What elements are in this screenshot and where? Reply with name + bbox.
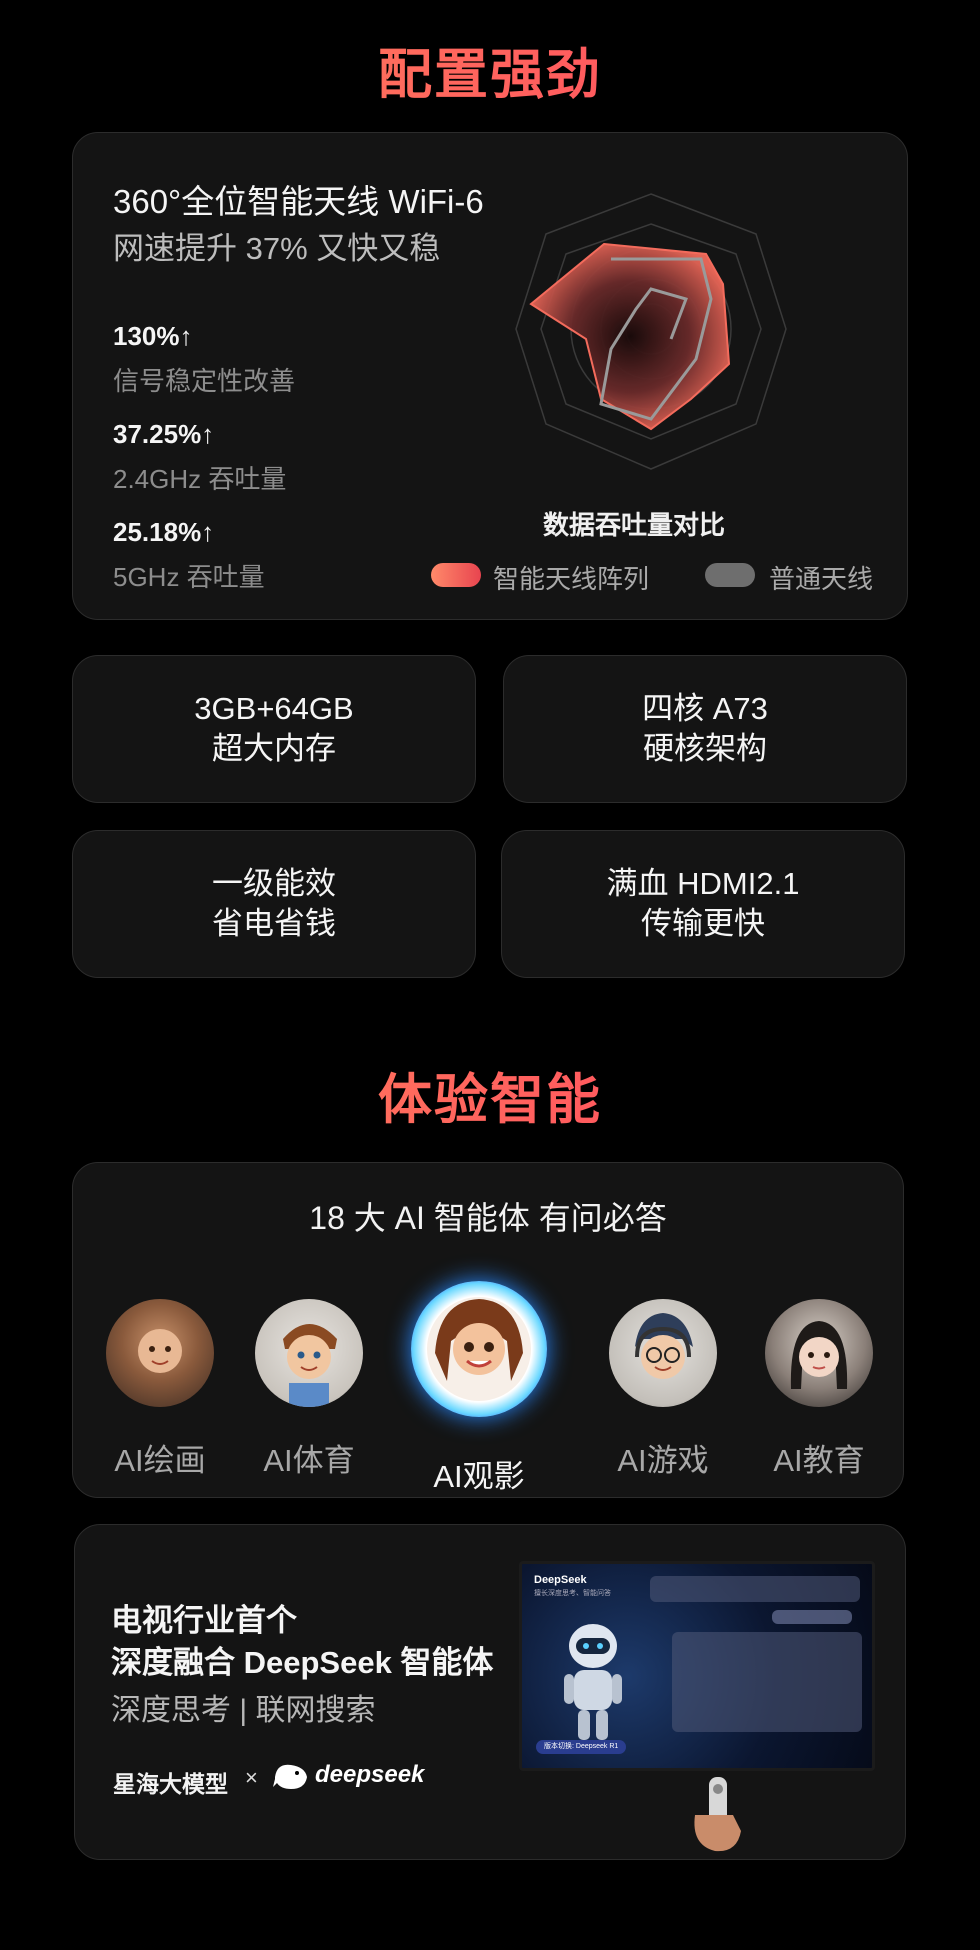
spec-memory-line1: 3GB+64GB	[194, 691, 354, 726]
tv-screen: DeepSeek 擅长深度思考、智能问答 版本切换: Deepseek R1	[519, 1561, 875, 1771]
deepseek-line1: 电视行业首个	[111, 1603, 297, 1638]
avatar-movie-face-icon	[427, 1297, 531, 1401]
deepseek-subline: 深度思考 | 联网搜索	[111, 1694, 376, 1727]
tv-chat-bubble-2	[772, 1610, 852, 1624]
stat-label-stability: 信号稳定性改善	[113, 366, 296, 396]
stat-value-24ghz: 37.25%↑	[113, 419, 215, 449]
avatar-painting-face-icon	[138, 1329, 182, 1373]
deepseek-logo-text: deepseek	[315, 1761, 425, 1788]
spec-memory-line2: 超大内存	[212, 731, 336, 766]
wifi-subtitle: 网速提升 37% 又快又稳	[113, 231, 441, 266]
stat-value-5ghz: 25.18%↑	[113, 517, 215, 547]
avatar-education[interactable]	[765, 1299, 873, 1407]
avatar-sports[interactable]	[255, 1299, 363, 1407]
stat-label-5ghz: 5GHz 吞吐量	[113, 562, 265, 592]
avatar-label-education: AI教育	[773, 1443, 865, 1478]
legend-swatch-smart	[431, 563, 481, 587]
spec-card-energy: 一级能效 省电省钱	[72, 830, 476, 978]
ai-heading: 18 大 AI 智能体 有问必答	[309, 1200, 667, 1236]
avatar-label-movie: AI观影	[433, 1459, 525, 1494]
tv-app-sub: 擅长深度思考、智能问答	[534, 1590, 611, 1597]
spec-energy-line1: 一级能效	[212, 866, 336, 901]
remote-hand-icon	[694, 1777, 741, 1852]
legend-label-normal: 普通天线	[769, 564, 874, 594]
spec-card-memory: 3GB+64GB 超大内存	[72, 655, 476, 803]
tv-chat-bubble-1	[650, 1576, 860, 1602]
spec-card-cpu: 四核 A73 硬核架构	[503, 655, 907, 803]
avatar-game[interactable]	[609, 1299, 717, 1407]
tv-version-pill[interactable]: 版本切换: Deepseek R1	[536, 1740, 627, 1754]
legend-swatch-normal	[705, 563, 755, 587]
ai-agents-card: 18 大 AI 智能体 有问必答 AI绘画 AI体育 AI观影 AI游戏 AI教…	[72, 1162, 904, 1498]
avatar-painting[interactable]	[106, 1299, 214, 1407]
section-title-smart: 体验智能	[0, 1055, 980, 1134]
section-title-config: 配置强劲	[0, 30, 980, 109]
legend-label-smart: 智能天线阵列	[493, 564, 650, 594]
avatar-sports-face-icon	[283, 1324, 337, 1407]
stat-value-stability: 130%↑	[113, 321, 193, 351]
avatar-game-face-icon	[635, 1313, 693, 1379]
robot-icon	[564, 1624, 622, 1740]
tv-chat-bubble-3	[672, 1632, 862, 1732]
spec-hdmi-line2: 传输更快	[641, 906, 765, 941]
spec-hdmi-line1: 满血 HDMI2.1	[606, 866, 800, 901]
deepseek-card: 电视行业首个 深度融合 DeepSeek 智能体 深度思考 | 联网搜索 星海大…	[74, 1524, 906, 1860]
avatar-movie-selected[interactable]	[411, 1281, 547, 1417]
wifi-card: 360°全位智能天线 WiFi-6 网速提升 37% 又快又稳 130%↑ 信号…	[72, 132, 908, 620]
radar-title: 数据吞吐量对比	[543, 510, 726, 540]
avatar-education-face-icon	[790, 1321, 848, 1389]
spec-card-hdmi: 满血 HDMI2.1 传输更快	[501, 830, 905, 978]
deepseek-line2: 深度融合 DeepSeek 智能体	[111, 1645, 494, 1680]
stat-label-24ghz: 2.4GHz 吞吐量	[113, 464, 287, 494]
avatar-label-painting: AI绘画	[114, 1443, 206, 1478]
tv-app-name: DeepSeek	[534, 1574, 587, 1586]
wifi-title: 360°全位智能天线 WiFi-6	[113, 183, 484, 220]
radar-chart	[515, 193, 787, 470]
brand-xinghai: 星海大模型	[113, 1771, 228, 1797]
deepseek-whale-icon	[273, 1764, 307, 1789]
spec-cpu-line1: 四核 A73	[642, 691, 768, 726]
brand-times: ×	[245, 1765, 258, 1790]
avatar-label-sports: AI体育	[263, 1443, 355, 1478]
spec-cpu-line2: 硬核架构	[643, 731, 767, 766]
spec-energy-line2: 省电省钱	[212, 906, 336, 941]
avatar-label-game: AI游戏	[617, 1443, 709, 1478]
